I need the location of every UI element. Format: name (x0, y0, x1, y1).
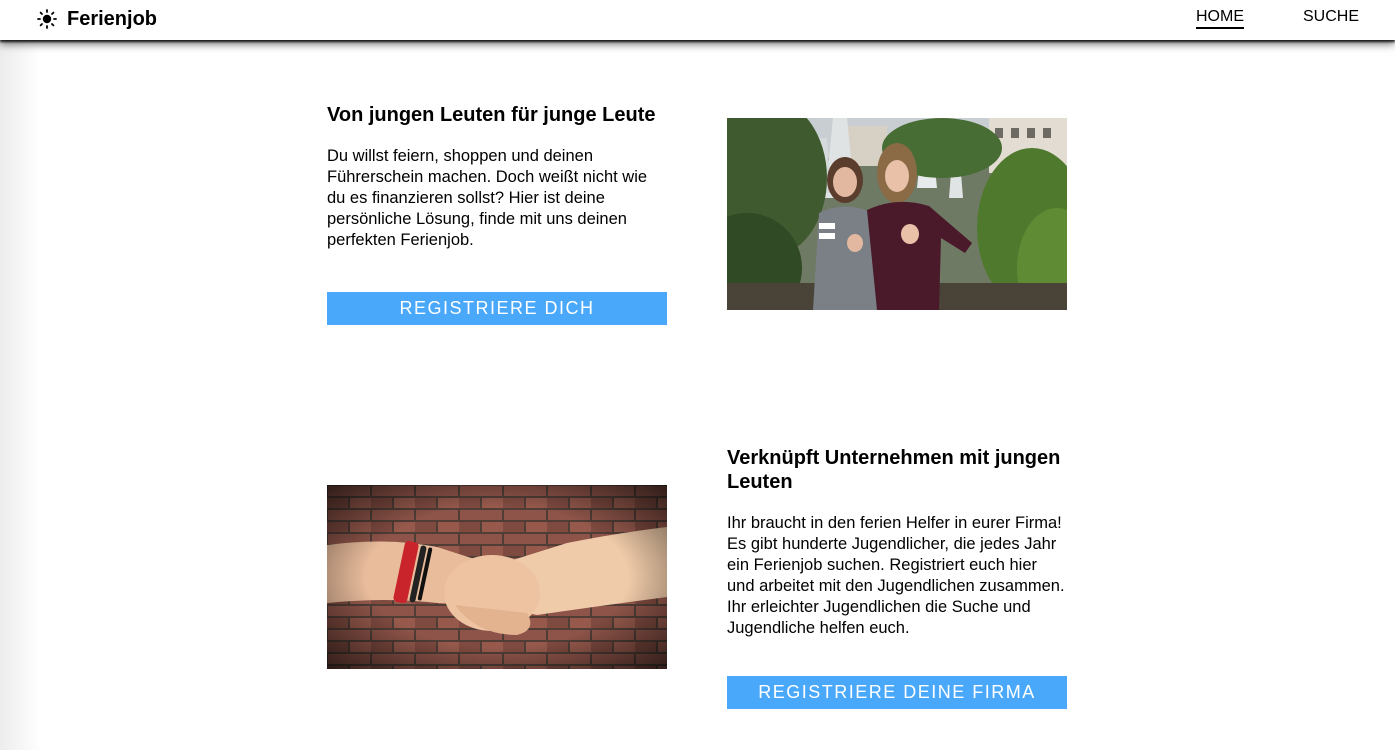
section-heading: Von jungen Leuten für junge Leute (327, 104, 656, 126)
nav-link-suche[interactable]: SUCHE (1303, 8, 1359, 26)
section-heading: Verknüpft Unternehmen mit jungen Leuten (727, 447, 1061, 493)
photo-handshake (327, 485, 667, 669)
section-companies: Verknüpft Unternehmen mit jungen Leuten … (727, 446, 1067, 639)
sun-icon (37, 9, 57, 29)
photo-girls-thumbs-up (727, 118, 1067, 310)
page-edge-shade (0, 40, 40, 750)
nav-link-home[interactable]: HOME (1196, 8, 1244, 29)
section-text: Du willst feiern, shoppen und deinen Füh… (327, 147, 648, 249)
brand[interactable]: Ferienjob (37, 6, 157, 32)
top-navbar: Ferienjob HOME SUCHE (0, 0, 1395, 40)
section-young-people: Von jungen Leuten für junge Leute Du wil… (327, 103, 667, 251)
brand-name: Ferienjob (67, 7, 158, 30)
register-button[interactable]: REGISTRIERE DICH (327, 292, 667, 325)
section-text: Ihr braucht in den ferien Helfer in eure… (727, 514, 1065, 637)
register-company-button[interactable]: REGISTRIERE DEINE FIRMA (727, 676, 1067, 709)
